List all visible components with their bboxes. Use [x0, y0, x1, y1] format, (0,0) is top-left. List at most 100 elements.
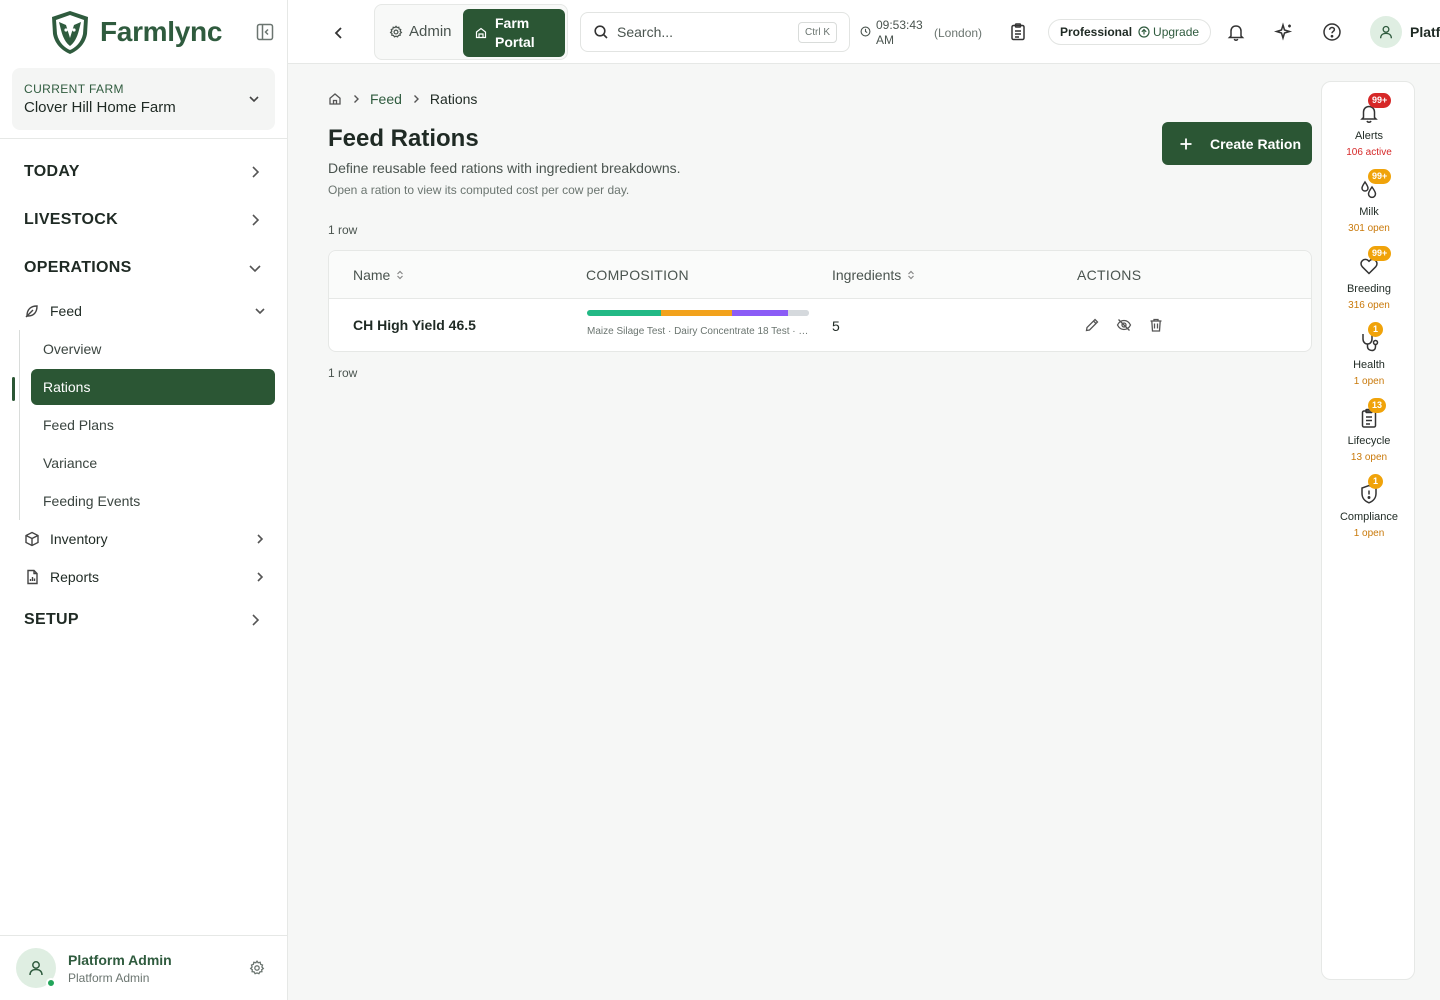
- rail-subtext: 301 open: [1348, 223, 1390, 234]
- avatar[interactable]: [1370, 16, 1402, 48]
- composition-summary: Maize Silage Test · Dairy Concentrate 18…: [587, 326, 809, 337]
- clock-icon: [860, 26, 871, 37]
- collapse-sidebar-icon[interactable]: [255, 22, 275, 42]
- sidebar-item-feeding-events[interactable]: Feeding Events: [20, 482, 287, 520]
- breadcrumb: Feed Rations: [328, 91, 477, 107]
- feed-submenu: Overview Rations Feed Plans Variance Fee…: [19, 330, 287, 520]
- page-description: Define reusable feed rations with ingred…: [328, 160, 681, 176]
- rail-badge: 1: [1368, 322, 1383, 337]
- user-profile[interactable]: Platform Admin Platform Admin: [0, 935, 287, 1000]
- sidebar-item-label: Reports: [50, 569, 100, 585]
- column-name-header[interactable]: Name: [353, 267, 405, 283]
- search-shortcut: Ctrl K: [798, 22, 837, 43]
- chevron-right-icon: [257, 572, 264, 582]
- row-count-bottom: 1 row: [328, 366, 358, 380]
- rail-item-health[interactable]: 1 Health 1 open: [1322, 322, 1416, 387]
- active-indicator: [12, 377, 15, 401]
- sidebar-item-overview[interactable]: Overview: [20, 330, 287, 368]
- clipboard-icon[interactable]: [1008, 22, 1028, 42]
- rail-item-breeding[interactable]: 99+ Breeding 316 open: [1322, 246, 1416, 311]
- rail-item-compliance[interactable]: 1 Compliance 1 open: [1322, 474, 1416, 539]
- bell-icon[interactable]: [1226, 22, 1246, 42]
- plan-badge[interactable]: Professional Upgrade: [1048, 19, 1212, 45]
- nav-section-operations[interactable]: OPERATIONS: [0, 244, 287, 292]
- upgrade-link[interactable]: Upgrade: [1138, 25, 1199, 39]
- nav-section-livestock[interactable]: LIVESTOCK: [0, 196, 287, 244]
- sidebar-item-inventory[interactable]: Inventory: [0, 520, 287, 558]
- composition-segment: [787, 310, 809, 316]
- chevron-left-icon[interactable]: [330, 24, 348, 42]
- sidebar-item-label: Feed: [50, 303, 82, 319]
- box-icon: [25, 531, 39, 547]
- tab-admin[interactable]: Admin: [389, 23, 452, 40]
- nav-section-label: OPERATIONS: [24, 259, 132, 276]
- breadcrumb-feed[interactable]: Feed: [370, 91, 402, 107]
- tab-farm-portal[interactable]: Farm Portal: [463, 9, 565, 57]
- rail-item-milk[interactable]: 99+ Milk 301 open: [1322, 169, 1416, 234]
- chevron-down-icon: [255, 308, 265, 315]
- create-ration-label: Create Ration: [1210, 135, 1302, 152]
- user-icon: [29, 961, 43, 976]
- ration-name[interactable]: CH High Yield 46.5: [353, 317, 476, 333]
- rail-label: Compliance: [1339, 511, 1399, 523]
- sidebar-item-feed-plans[interactable]: Feed Plans: [20, 406, 287, 444]
- rail-badge: 99+: [1368, 169, 1392, 184]
- nav-section-label: SETUP: [24, 611, 79, 628]
- nav-section-today[interactable]: TODAY: [0, 148, 287, 196]
- nav-section-label: LIVESTOCK: [24, 211, 118, 228]
- breadcrumb-current: Rations: [429, 91, 478, 107]
- page-hint: Open a ration to view its computed cost …: [328, 183, 630, 197]
- nav-section-label: TODAY: [24, 163, 80, 180]
- column-actions-header: ACTIONS: [1077, 267, 1141, 283]
- plan-name: Professional: [1060, 25, 1133, 39]
- sidebar: Farmlync CURRENT FARM Clover Hill Home F…: [0, 0, 288, 1000]
- help-circle-icon[interactable]: [1322, 22, 1342, 42]
- chevron-right-icon: [413, 95, 419, 103]
- top-user-name[interactable]: Platf: [1410, 24, 1440, 40]
- rail-item-alerts[interactable]: 99+ Alerts 106 active: [1322, 93, 1416, 158]
- farm-selector[interactable]: CURRENT FARM Clover Hill Home Farm: [12, 68, 275, 130]
- column-composition-header: COMPOSITION: [586, 267, 689, 283]
- column-ingredients-header[interactable]: Ingredients: [832, 267, 916, 283]
- table-row[interactable]: CH High Yield 46.5 Maize Silage Test · D…: [329, 299, 1311, 351]
- rail-label: Milk: [1359, 206, 1379, 218]
- search-placeholder: Search...: [617, 24, 674, 40]
- barn-icon: [475, 27, 487, 39]
- nav-section-setup[interactable]: SETUP: [0, 596, 287, 644]
- edit-pencil-icon[interactable]: [1084, 317, 1100, 333]
- column-header-label: ACTIONS: [1077, 267, 1142, 283]
- rail-badge: 99+: [1368, 246, 1392, 261]
- search-input[interactable]: Search... Ctrl K: [580, 12, 850, 52]
- rations-table: Name COMPOSITION Ingredients ACTIONS CH …: [328, 250, 1312, 352]
- logo[interactable]: Farmlync: [0, 0, 287, 64]
- rail-subtext: 1 open: [1353, 528, 1385, 539]
- sidebar-item-variance[interactable]: Variance: [20, 444, 287, 482]
- clock: 09:53:43 AM (London): [860, 18, 982, 48]
- sidebar-item-rations[interactable]: Rations: [31, 369, 275, 405]
- cow-shield-logo-icon: [52, 11, 88, 54]
- sidebar-item-reports[interactable]: Reports: [0, 558, 287, 596]
- rail-item-lifecycle[interactable]: 13 Lifecycle 13 open: [1322, 398, 1416, 463]
- composition-segment: [661, 310, 733, 316]
- eye-off-icon[interactable]: [1116, 317, 1132, 333]
- home-icon[interactable]: [328, 92, 342, 106]
- chevron-down-icon: [249, 265, 261, 273]
- topbar: Admin Farm Portal Search... Ctrl K 09:53…: [288, 0, 1440, 64]
- rail-label: Alerts: [1354, 130, 1384, 142]
- sort-icon: [397, 270, 404, 280]
- page-title: Feed Rations: [328, 125, 479, 152]
- sort-icon: [908, 270, 915, 280]
- gear-icon[interactable]: [249, 960, 265, 976]
- table-header: Name COMPOSITION Ingredients ACTIONS: [329, 251, 1311, 299]
- sidebar-item-label: Inventory: [50, 531, 108, 547]
- portal-switch: Admin Farm Portal: [374, 4, 568, 60]
- sidebar-item-feed[interactable]: Feed: [0, 292, 287, 330]
- brand-name: Farmlync: [100, 16, 223, 47]
- sparkles-icon[interactable]: [1274, 22, 1294, 42]
- tab-farm-portal-label: Farm Portal: [495, 15, 535, 50]
- chevron-down-icon: [249, 96, 259, 103]
- create-ration-button[interactable]: Create Ration: [1162, 122, 1312, 165]
- leaf-icon: [25, 305, 38, 318]
- arrow-up-circle-icon: [1138, 26, 1150, 38]
- trash-icon[interactable]: [1148, 317, 1164, 333]
